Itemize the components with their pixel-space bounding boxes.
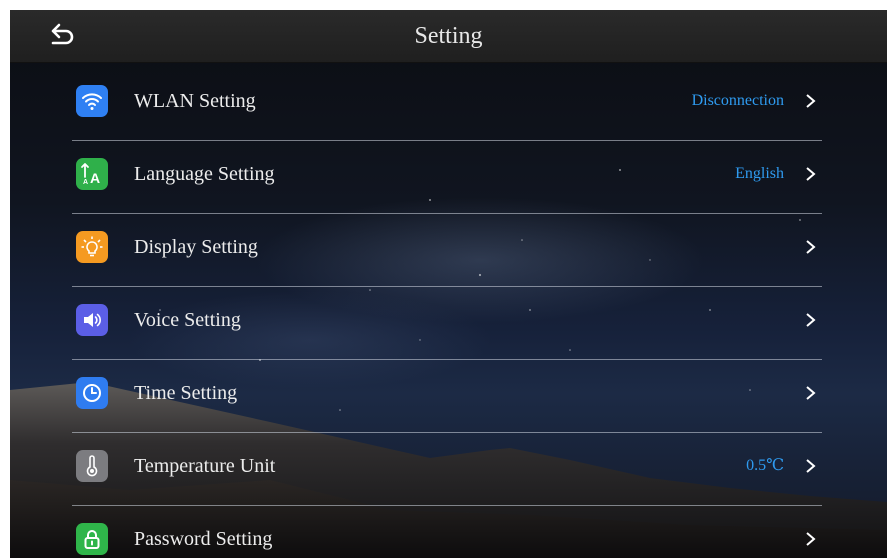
chevron-right-icon (806, 532, 816, 546)
settings-screen: Setting WLAN Setting Disconnection A A L… (10, 10, 887, 558)
language-value: English (735, 165, 784, 182)
page-title: Setting (414, 23, 483, 49)
lightbulb-icon (76, 231, 108, 263)
language-icon: A A (76, 158, 108, 190)
wlan-setting-label: WLAN Setting (134, 90, 256, 112)
voice-setting-row[interactable]: Voice Setting (72, 281, 822, 353)
chevron-right-icon (806, 386, 816, 400)
temperature-unit-label: Temperature Unit (134, 455, 276, 477)
chevron-right-icon (806, 167, 816, 181)
time-setting-row[interactable]: Time Setting (72, 354, 822, 426)
svg-text:A: A (83, 179, 88, 186)
display-setting-row[interactable]: Display Setting (72, 208, 822, 280)
display-setting-label: Display Setting (134, 236, 258, 258)
chevron-right-icon (806, 240, 816, 254)
chevron-right-icon (806, 313, 816, 327)
chevron-right-icon (806, 94, 816, 108)
wifi-icon (76, 85, 108, 117)
language-setting-label: Language Setting (134, 163, 275, 185)
temperature-unit-row[interactable]: Temperature Unit 0.5℃ (72, 427, 822, 499)
wlan-status-value: Disconnection (691, 92, 784, 109)
password-setting-label: Password Setting (134, 528, 273, 550)
password-setting-row[interactable]: Password Setting (72, 500, 822, 558)
thermometer-icon (76, 450, 108, 482)
wlan-setting-row[interactable]: WLAN Setting Disconnection (72, 62, 822, 134)
chevron-right-icon (806, 459, 816, 473)
lock-icon (76, 523, 108, 555)
speaker-icon (76, 304, 108, 336)
language-setting-row[interactable]: A A Language Setting English (72, 135, 822, 207)
time-setting-label: Time Setting (134, 382, 238, 404)
svg-text:A: A (90, 170, 100, 186)
header-bar: Setting (10, 10, 887, 63)
temperature-unit-value: 0.5℃ (746, 457, 784, 474)
clock-icon (76, 377, 108, 409)
voice-setting-label: Voice Setting (134, 309, 241, 331)
